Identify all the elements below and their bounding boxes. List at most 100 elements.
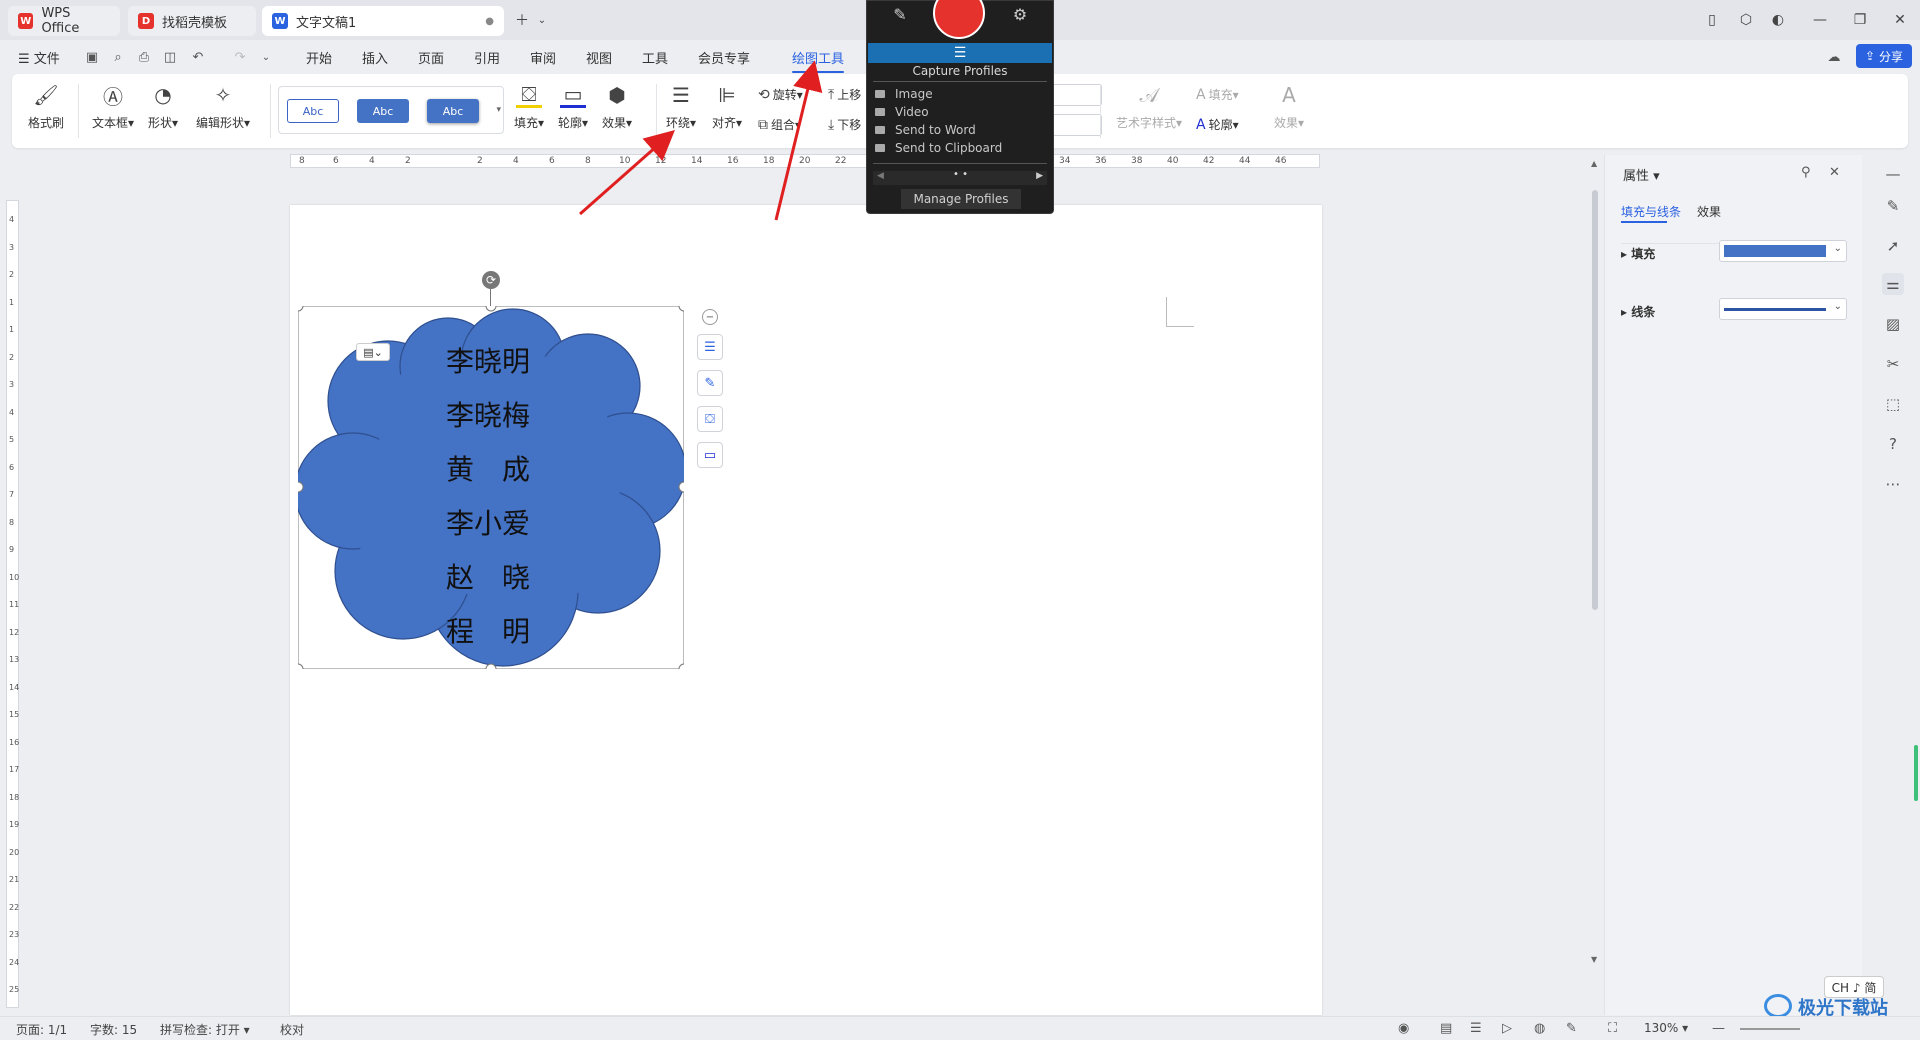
- print-icon[interactable]: ⎙: [136, 49, 152, 65]
- outline-float-icon[interactable]: ▭: [697, 442, 723, 468]
- shape-edit-icon[interactable]: ⬚: [1882, 393, 1904, 415]
- prev-arrow-icon[interactable]: ◀: [877, 171, 884, 181]
- properties-sliders-icon[interactable]: ⚌: [1882, 273, 1904, 295]
- menu-references[interactable]: 引用: [474, 48, 500, 67]
- tab-fill-and-line[interactable]: 填充与线条: [1621, 203, 1681, 220]
- web-view-icon[interactable]: ◍: [1534, 1021, 1545, 1036]
- tab-list-chevron-icon[interactable]: ⌄: [532, 10, 552, 30]
- tab-document[interactable]: W 文字文稿1 ●: [262, 6, 504, 36]
- shape-style-outline[interactable]: Abc: [287, 99, 339, 123]
- restore-icon[interactable]: ❐: [1850, 10, 1870, 30]
- profile-video[interactable]: Video: [875, 105, 929, 119]
- tools-icon[interactable]: ✂: [1882, 353, 1904, 375]
- edit-shape-float-icon[interactable]: ✎: [697, 370, 723, 396]
- more-icon[interactable]: ⋯: [1882, 473, 1904, 495]
- gallery-expand-icon[interactable]: ▾: [496, 105, 501, 115]
- avatar[interactable]: ◐: [1768, 10, 1788, 30]
- shape-style-filled[interactable]: Abc: [357, 99, 409, 123]
- word-count[interactable]: 字数: 15: [90, 1021, 137, 1038]
- properties-title[interactable]: 属性 ▾: [1623, 165, 1660, 184]
- fit-page-icon[interactable]: ⛶: [1608, 1021, 1617, 1036]
- profile-image[interactable]: Image: [875, 87, 933, 101]
- line-style-dropdown[interactable]: ⌄: [1719, 298, 1847, 320]
- tab-wps-office[interactable]: W WPS Office: [8, 6, 120, 36]
- layout-icon[interactable]: ▯: [1702, 10, 1722, 30]
- pin-icon[interactable]: ⚲: [1801, 165, 1811, 180]
- text-fill-button[interactable]: A 填充 ▾: [1196, 86, 1239, 103]
- capture-settings-gear-icon[interactable]: ⚙: [1009, 3, 1031, 25]
- cloud-icon[interactable]: ☁: [1826, 49, 1842, 65]
- vertical-scrollbar[interactable]: ▲ ▼: [1590, 155, 1600, 1010]
- zoom-out-icon[interactable]: —: [1712, 1021, 1725, 1036]
- tab-docer-templates[interactable]: D 找稻壳模板: [128, 6, 256, 36]
- collapse-tools-icon[interactable]: −: [702, 309, 718, 325]
- wrap-text-float-icon[interactable]: ☰: [697, 334, 723, 360]
- menu-review[interactable]: 审阅: [530, 48, 556, 67]
- format-painter-button[interactable]: 🖌 格式刷: [28, 82, 64, 131]
- select-pointer-icon[interactable]: ➚: [1882, 235, 1904, 257]
- fill-color-dropdown[interactable]: ⌄: [1719, 240, 1847, 262]
- menu-page[interactable]: 页面: [418, 48, 444, 67]
- minimize-icon[interactable]: —: [1810, 10, 1830, 30]
- menu-home[interactable]: 开始: [306, 48, 332, 67]
- format-icon[interactable]: ⌕: [110, 49, 126, 65]
- names-list[interactable]: 李晓明 李晓梅 黄 成 李小爱 赵 晓 程 明: [446, 335, 566, 659]
- fill-button[interactable]: ⛋ 填充▾: [514, 82, 544, 131]
- textbox-button[interactable]: Ⓐ 文本框▾: [92, 82, 134, 131]
- print-preview-icon[interactable]: ◫: [162, 49, 178, 65]
- rotate-handle-icon[interactable]: ⟳: [482, 271, 500, 289]
- art-style-button[interactable]: 𝒜 艺术字样式▾: [1116, 82, 1182, 131]
- cube-icon[interactable]: ⬡: [1736, 10, 1756, 30]
- profiles-list-icon[interactable]: ☰: [868, 43, 1052, 63]
- pen-icon[interactable]: ✎: [1882, 195, 1904, 217]
- zoom-slider[interactable]: [1740, 1028, 1800, 1030]
- redo-icon[interactable]: ↷: [232, 49, 248, 65]
- layout-options-icon[interactable]: ▤⌄: [356, 343, 390, 361]
- text-effect-icon: A: [1282, 83, 1296, 107]
- image-edit-icon[interactable]: ▨: [1882, 313, 1904, 335]
- fill-section[interactable]: ▸ 填充: [1621, 245, 1655, 262]
- play-icon[interactable]: ▷: [1502, 1021, 1512, 1036]
- scrollbar-thumb[interactable]: [1592, 190, 1598, 610]
- zoom-level[interactable]: 130% ▾: [1644, 1021, 1688, 1035]
- ruler-tick: 4: [9, 407, 15, 417]
- profile-send-to-word[interactable]: Send to Word: [875, 123, 976, 137]
- profile-send-to-clipboard[interactable]: Send to Clipboard: [875, 141, 1002, 155]
- new-tab-icon[interactable]: ＋: [512, 10, 532, 30]
- fill-float-icon[interactable]: ⛋: [697, 406, 723, 432]
- eye-protection-icon[interactable]: ◉: [1398, 1021, 1409, 1036]
- line-section[interactable]: ▸ 线条: [1621, 303, 1655, 320]
- quick-access-chevron-icon[interactable]: ⌄: [258, 49, 274, 65]
- help-icon[interactable]: ?: [1882, 433, 1904, 455]
- profile-pager[interactable]: ◀ • • ▶: [873, 169, 1047, 185]
- pen-view-icon[interactable]: ✎: [1566, 1021, 1577, 1036]
- document-page[interactable]: ⟳ ▤⌄ 李晓明 李晓梅 黄 成 李小爱 赵 晓 程 明 − ☰ ✎ ⛋ ▭: [290, 205, 1322, 1015]
- collapse-sidebar-icon[interactable]: —: [1882, 163, 1904, 185]
- proofread-button[interactable]: 校对: [280, 1021, 304, 1038]
- undo-icon[interactable]: ↶: [190, 49, 206, 65]
- share-button[interactable]: ⇪ 分享: [1856, 44, 1912, 68]
- scroll-down-icon[interactable]: ▼: [1591, 955, 1597, 964]
- edit-shape-button[interactable]: ✧ 编辑形状▾: [196, 82, 250, 131]
- vertical-ruler[interactable]: 4 3 2 1 1 2 3 4 5 6 7 8 9 10 11 12 13 14 15 16 17 18 19 20 21 22 2…: [6, 200, 19, 1008]
- spellcheck-status[interactable]: 拼写检查: 打开 ▾: [160, 1021, 250, 1038]
- save-icon[interactable]: ▣: [84, 49, 100, 65]
- close-panel-icon[interactable]: ✕: [1829, 165, 1840, 180]
- text-effect-button[interactable]: A 效果▾: [1274, 82, 1304, 131]
- scroll-up-icon[interactable]: ▲: [1591, 159, 1597, 168]
- capture-edit-icon[interactable]: ✎: [889, 3, 911, 25]
- page-count[interactable]: 页面: 1/1: [16, 1021, 67, 1038]
- text-outline-button[interactable]: A 轮廓 ▾: [1196, 116, 1239, 133]
- close-icon[interactable]: ✕: [1890, 10, 1910, 30]
- shape-button[interactable]: ◔ 形状▾: [148, 82, 178, 131]
- menu-file[interactable]: ☰ 文件: [18, 48, 60, 67]
- outline-view-icon[interactable]: ☰: [1470, 1021, 1482, 1036]
- manage-profiles-button[interactable]: Manage Profiles: [901, 189, 1021, 209]
- page-view-icon[interactable]: ▤: [1440, 1021, 1452, 1036]
- unsaved-dot-icon[interactable]: ●: [485, 16, 494, 27]
- shape-style-shadow[interactable]: Abc: [427, 99, 479, 123]
- menu-insert[interactable]: 插入: [362, 48, 388, 67]
- next-arrow-icon[interactable]: ▶: [1036, 171, 1043, 181]
- tab-effect[interactable]: 效果: [1697, 203, 1721, 220]
- record-button[interactable]: [933, 0, 985, 39]
